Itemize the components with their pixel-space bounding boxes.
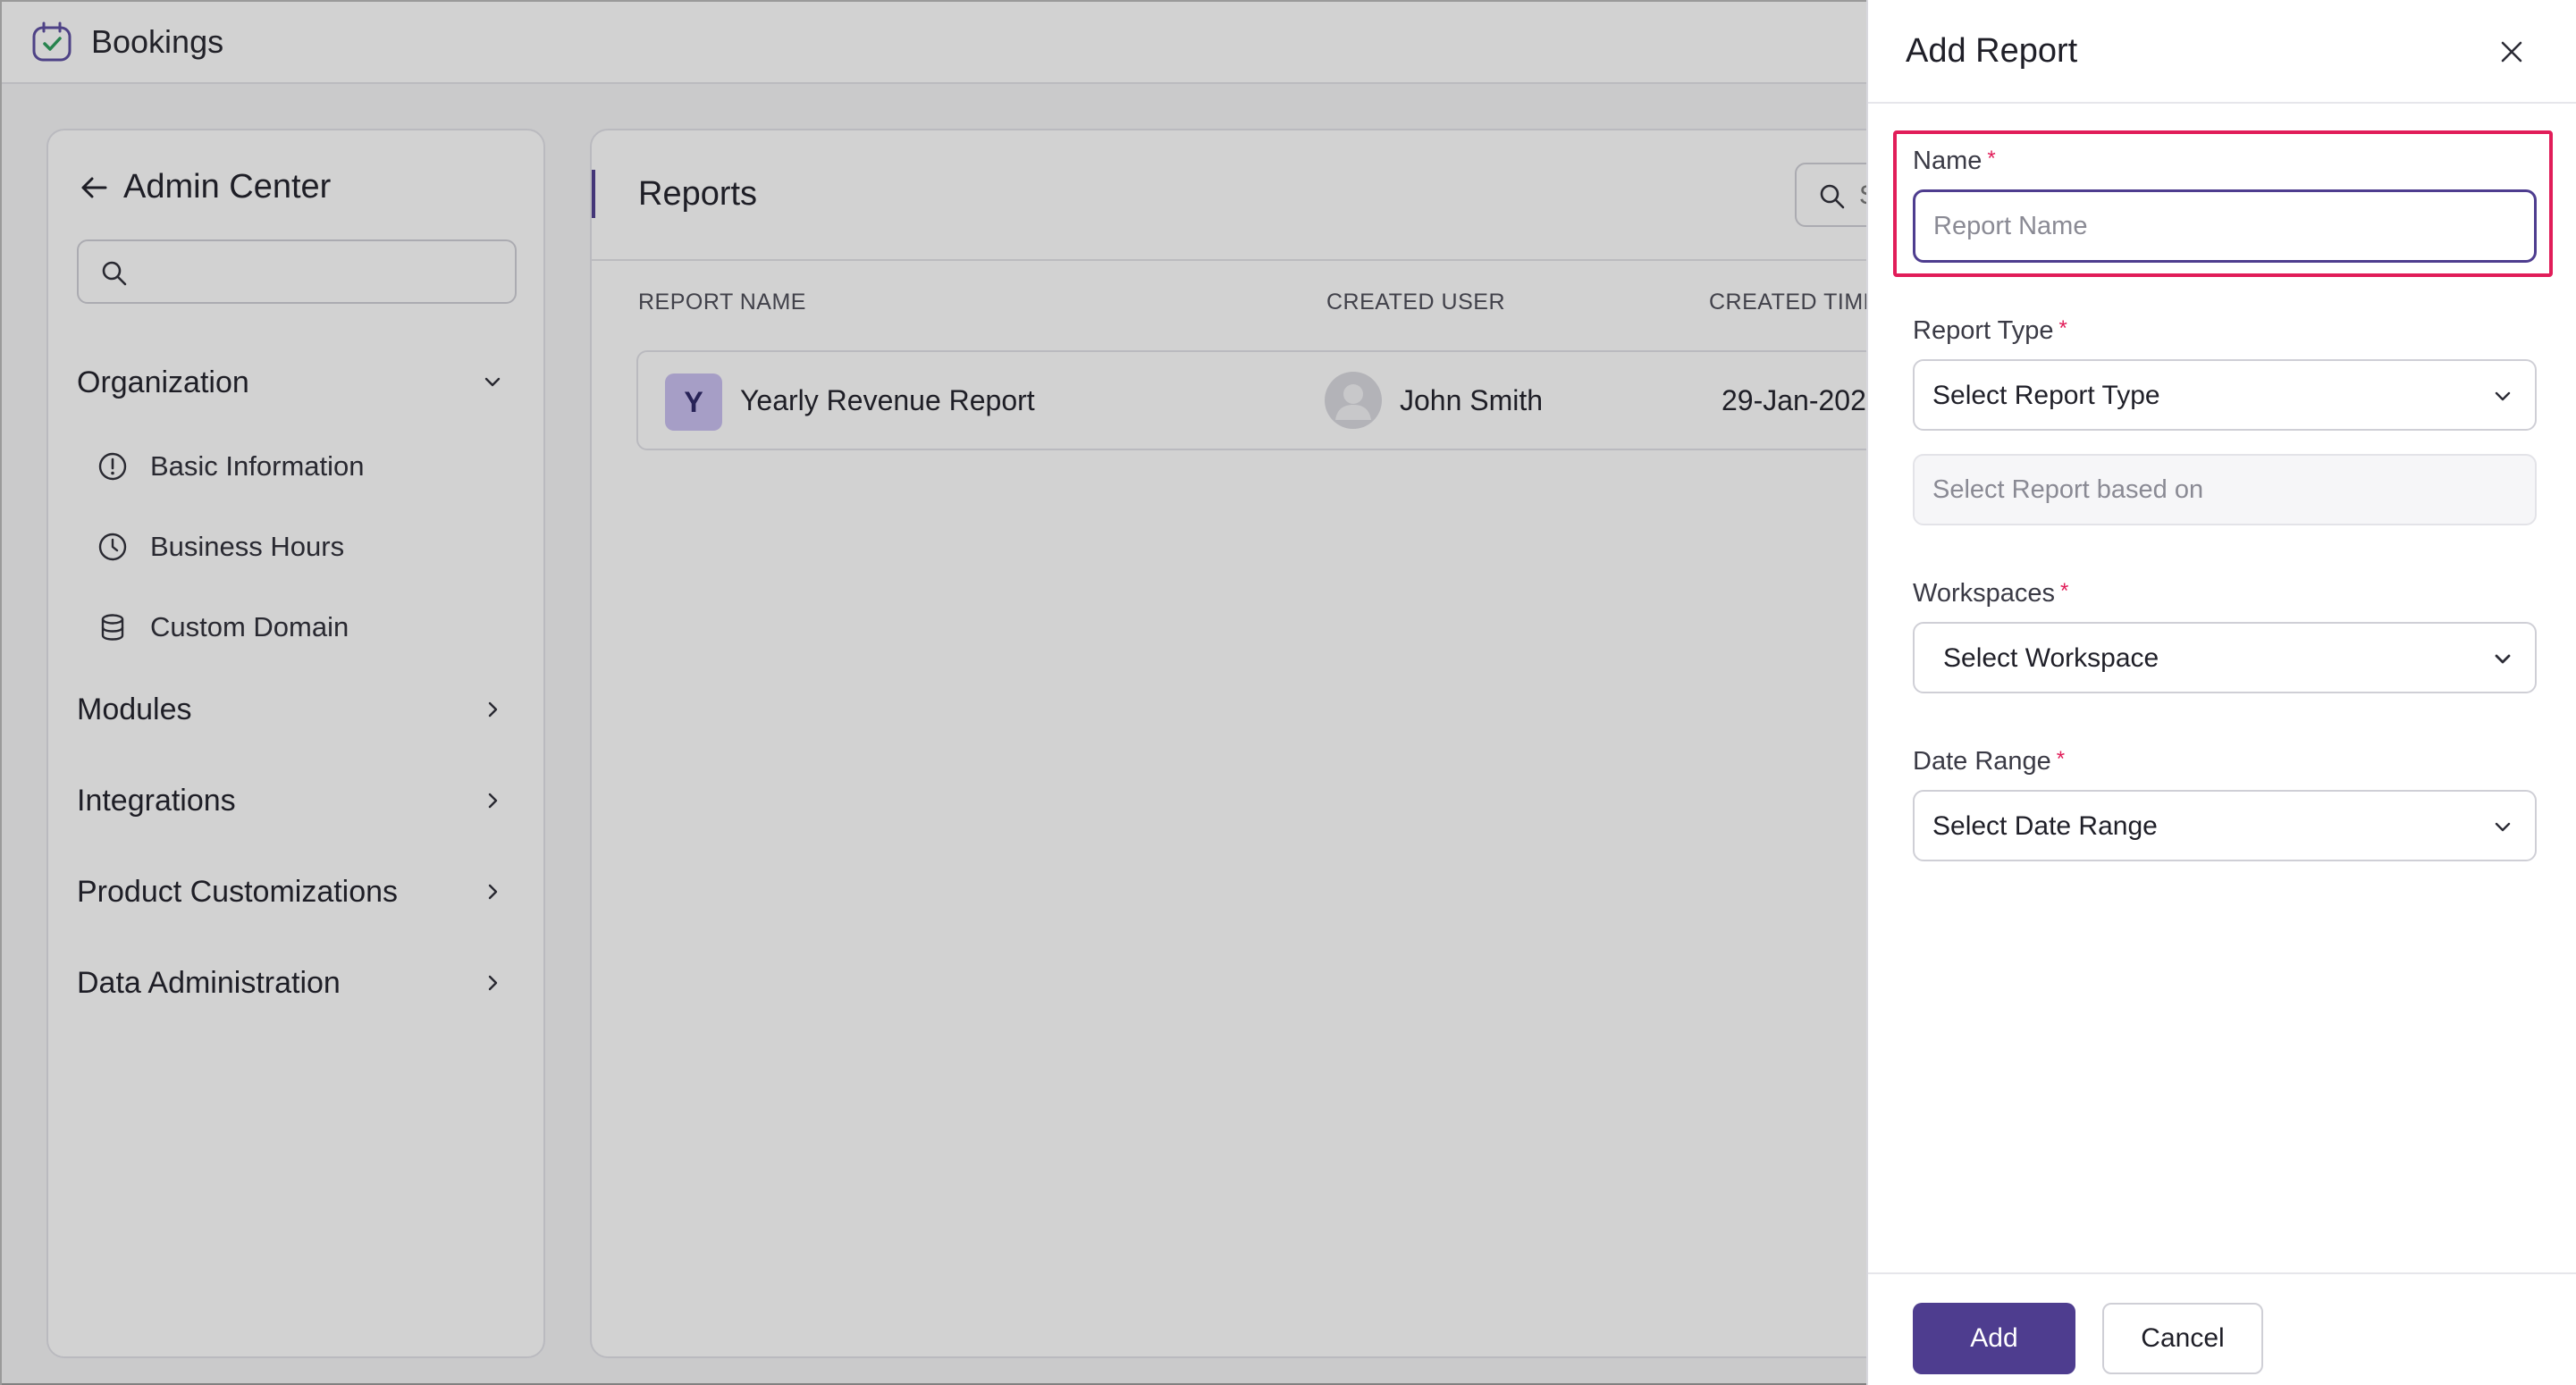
- date-range-label-text: Date Range: [1913, 747, 2051, 776]
- panel-header: Add Report: [1868, 0, 2576, 104]
- panel-footer: Add Cancel: [1868, 1272, 2576, 1385]
- report-type-label-text: Report Type: [1913, 316, 2054, 345]
- required-marker: *: [2058, 316, 2067, 340]
- add-report-panel: Add Report Name* Report Type* Select Rep…: [1866, 0, 2576, 1385]
- date-range-value: Select Date Range: [1932, 811, 2158, 841]
- workspaces-label: Workspaces *: [1913, 579, 2068, 609]
- date-range-label: Date Range *: [1913, 747, 2065, 776]
- required-marker: *: [2060, 579, 2069, 603]
- chevron-down-icon: [2495, 654, 2511, 664]
- report-based-on-placeholder: Select Report based on: [1932, 475, 2204, 504]
- name-label: Name *: [1913, 147, 1996, 176]
- report-type-select[interactable]: Select Report Type: [1913, 359, 2537, 431]
- cancel-button[interactable]: Cancel: [2102, 1303, 2263, 1374]
- report-type-label: Report Type *: [1913, 316, 2067, 346]
- name-label-text: Name: [1913, 147, 1983, 175]
- workspace-select[interactable]: Select Workspace: [1913, 622, 2537, 693]
- required-marker: *: [1987, 147, 1996, 171]
- required-marker: *: [2056, 747, 2066, 771]
- report-based-on-select: Select Report based on: [1913, 454, 2537, 525]
- chevron-down-icon: [2495, 391, 2511, 401]
- workspace-value: Select Workspace: [1943, 643, 2159, 673]
- chevron-down-icon: [2495, 822, 2511, 832]
- panel-title: Add Report: [1906, 32, 2078, 70]
- close-icon[interactable]: [2494, 34, 2530, 70]
- workspaces-label-text: Workspaces: [1913, 579, 2056, 608]
- add-button[interactable]: Add: [1913, 1303, 2075, 1374]
- date-range-select[interactable]: Select Date Range: [1913, 790, 2537, 861]
- report-name-input[interactable]: [1913, 189, 2537, 263]
- report-type-value: Select Report Type: [1932, 381, 2160, 410]
- modal-backdrop[interactable]: [2, 2, 1868, 1385]
